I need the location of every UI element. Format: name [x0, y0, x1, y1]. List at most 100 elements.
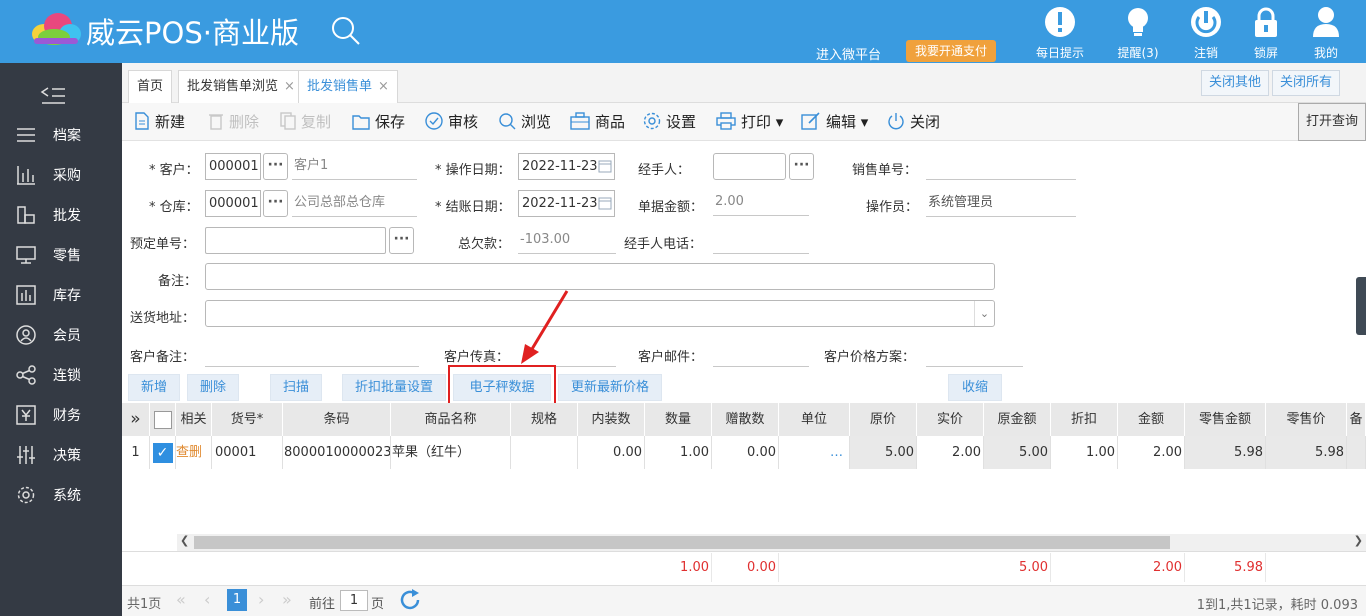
close-button[interactable]: 关闭 [887, 111, 940, 132]
reminder-button[interactable]: 提醒(3) [1108, 6, 1168, 61]
sidebar-item-member[interactable]: 会员 [0, 315, 122, 355]
warehouse-name-field[interactable]: 公司总部总仓库 [292, 191, 417, 217]
next-page-icon[interactable]: › [258, 590, 264, 609]
cell-unit[interactable]: … [779, 436, 850, 469]
warehouse-picker-button[interactable]: ··· [263, 190, 288, 217]
col-header[interactable]: 规格 [511, 403, 578, 436]
col-header[interactable]: 折扣 [1051, 403, 1118, 436]
row-actions[interactable]: 查删 [176, 436, 212, 469]
refresh-icon[interactable] [398, 588, 422, 612]
chevron-down-icon[interactable]: ⌄ [974, 301, 994, 326]
col-header[interactable]: 数量 [645, 403, 712, 436]
collapse-menu-icon[interactable] [40, 85, 66, 107]
col-header[interactable]: 内装数 [578, 403, 645, 436]
side-handle[interactable] [1356, 277, 1366, 335]
tab-sales-browse[interactable]: 批发销售单浏览 × [178, 70, 304, 103]
settle-date-field[interactable]: 2022-11-23 [518, 190, 615, 217]
scroll-right-icon[interactable]: ❯ [1354, 534, 1363, 547]
cell-name[interactable]: 苹果（红牛） [391, 436, 511, 469]
search-icon[interactable] [330, 14, 362, 46]
col-header[interactable]: 相关 [176, 403, 212, 436]
first-page-icon[interactable]: « [176, 590, 186, 609]
browse-button[interactable]: 浏览 [498, 111, 551, 132]
cust-email-field[interactable] [713, 341, 809, 367]
col-header[interactable]: 零售金额 [1185, 403, 1266, 436]
close-tab-icon[interactable]: × [284, 79, 295, 94]
my-account-button[interactable]: 我的 [1296, 6, 1356, 61]
horizontal-scrollbar[interactable]: ❮ ❯ [177, 534, 1366, 551]
col-header[interactable]: 实价 [917, 403, 984, 436]
remark-field[interactable] [205, 263, 995, 290]
open-query-button[interactable]: 打开查询 [1298, 103, 1366, 141]
cell-amount[interactable]: 2.00 [1118, 436, 1185, 469]
calendar-icon[interactable] [598, 159, 612, 173]
preorder-field[interactable] [205, 227, 386, 254]
audit-button[interactable]: 审核 [425, 111, 478, 132]
sidebar-item-archive[interactable]: 档案 [0, 115, 122, 155]
daily-tip-button[interactable]: 每日提示 [1030, 6, 1090, 61]
op-date-field[interactable]: 2022-11-23 [518, 153, 615, 180]
preorder-picker-button[interactable]: ··· [389, 227, 414, 254]
col-header[interactable]: 条码 [283, 403, 391, 436]
sidebar-item-purchase[interactable]: 采购 [0, 155, 122, 195]
delete-row-button[interactable]: 删除 [187, 374, 239, 401]
sidebar-item-retail[interactable]: 零售 [0, 235, 122, 275]
copy-button[interactable]: 复制 [280, 111, 331, 132]
cell-qty[interactable]: 1.00 [645, 436, 712, 469]
discount-batch-button[interactable]: 折扣批量设置 [342, 374, 446, 401]
cell-pack[interactable]: 0.00 [578, 436, 645, 469]
sidebar-item-inventory[interactable]: 库存 [0, 275, 122, 315]
last-page-icon[interactable]: » [282, 590, 292, 609]
sidebar-item-system[interactable]: 系统 [0, 475, 122, 515]
goods-button[interactable]: 商品 [570, 111, 625, 132]
customer-name-field[interactable]: 客户1 [292, 154, 417, 180]
settings-button[interactable]: 设置 [643, 111, 696, 132]
cust-remark-field[interactable] [205, 341, 419, 367]
customer-picker-button[interactable]: ··· [263, 153, 288, 180]
sidebar-item-decision[interactable]: 决策 [0, 435, 122, 475]
logout-button[interactable]: 注销 [1176, 6, 1236, 61]
col-header[interactable]: 备 [1347, 403, 1366, 436]
cell-gift[interactable]: 0.00 [712, 436, 779, 469]
open-payment-button[interactable]: 我要开通支付 [906, 40, 996, 62]
cust-price-field[interactable] [926, 341, 1023, 367]
cell-barcode[interactable]: 8000010000023 [283, 436, 391, 469]
cell-price[interactable]: 2.00 [917, 436, 984, 469]
handler-field[interactable] [713, 153, 786, 180]
add-row-button[interactable]: 新增 [128, 374, 180, 401]
customer-code-field[interactable]: 000001 [205, 153, 261, 180]
address-select[interactable]: ⌄ [205, 300, 995, 327]
scan-button[interactable]: 扫描 [270, 374, 322, 401]
sidebar-item-chain[interactable]: 连锁 [0, 355, 122, 395]
col-header[interactable]: 赠散数 [712, 403, 779, 436]
handler-phone-field[interactable] [713, 228, 809, 254]
collapse-button[interactable]: 收缩 [948, 374, 1002, 401]
current-page-button[interactable]: 1 [227, 589, 247, 611]
cell-spec[interactable] [511, 436, 578, 469]
scroll-left-icon[interactable]: ❮ [180, 534, 189, 547]
lock-screen-button[interactable]: 锁屏 [1236, 6, 1296, 61]
expand-columns-icon[interactable]: » [122, 403, 150, 436]
micro-platform-link[interactable]: 进入微平台 [816, 44, 881, 63]
print-button[interactable]: 打印 ▾ [716, 111, 783, 132]
view-link[interactable]: 查 [176, 445, 189, 460]
warehouse-code-field[interactable]: 000001 [205, 190, 261, 217]
close-tab-icon[interactable]: × [378, 79, 389, 94]
tab-sales-order[interactable]: 批发销售单 × [298, 70, 398, 103]
cell-discount[interactable]: 1.00 [1051, 436, 1118, 469]
col-header[interactable]: 货号* [212, 403, 283, 436]
col-header[interactable]: 单位 [779, 403, 850, 436]
sidebar-item-wholesale[interactable]: 批发 [0, 195, 122, 235]
new-button[interactable]: 新建 [134, 111, 185, 132]
goto-page-input[interactable]: 1 [340, 590, 368, 611]
col-header[interactable]: 原价 [850, 403, 917, 436]
prev-page-icon[interactable]: ‹ [204, 590, 210, 609]
sales-no-field[interactable] [926, 154, 1076, 180]
close-others-button[interactable]: 关闭其他 [1201, 70, 1270, 96]
handler-picker-button[interactable]: ··· [789, 153, 814, 180]
select-all-checkbox[interactable] [150, 403, 176, 436]
tab-home[interactable]: 首页 [128, 70, 173, 103]
col-header[interactable]: 零售价 [1266, 403, 1347, 436]
sidebar-item-finance[interactable]: 财务 [0, 395, 122, 435]
delete-button[interactable]: 删除 [208, 111, 259, 132]
